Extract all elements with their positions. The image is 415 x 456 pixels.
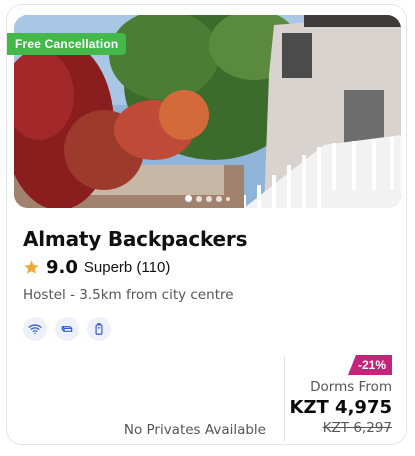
- no-privates-text: No Privates Available: [123, 422, 266, 438]
- free-cancellation-badge: Free Cancellation: [7, 33, 127, 55]
- carousel-dot[interactable]: [185, 195, 192, 202]
- property-subtitle: Hostel - 3.5km from city centre: [23, 287, 234, 303]
- carousel-dot[interactable]: [196, 195, 202, 202]
- rating-score: 9.0: [46, 257, 78, 278]
- carousel-dot[interactable]: [216, 195, 222, 202]
- original-price: KZT 6,297: [322, 420, 392, 436]
- rating-row: 9.0 Superb (110): [23, 257, 170, 278]
- carousel-dot[interactable]: [226, 196, 230, 201]
- current-price: KZT 4,975: [289, 397, 392, 418]
- price-block: -21% Dorms From KZT 4,975 KZT 6,297: [282, 355, 392, 436]
- property-card[interactable]: Free Cancellation Almaty Backpackers 9.0…: [6, 4, 407, 445]
- dorms-from-label: Dorms From: [310, 379, 392, 395]
- wifi-icon: [23, 317, 47, 341]
- amenities-row: [23, 317, 111, 341]
- linen-icon: [55, 317, 79, 341]
- carousel-dots: [14, 195, 401, 202]
- property-title[interactable]: Almaty Backpackers: [23, 227, 247, 251]
- carousel-dot[interactable]: [206, 195, 212, 202]
- locker-icon: [87, 317, 111, 341]
- discount-badge: -21%: [347, 355, 392, 375]
- rating-label: Superb (110): [83, 259, 171, 276]
- star-icon: [24, 260, 39, 274]
